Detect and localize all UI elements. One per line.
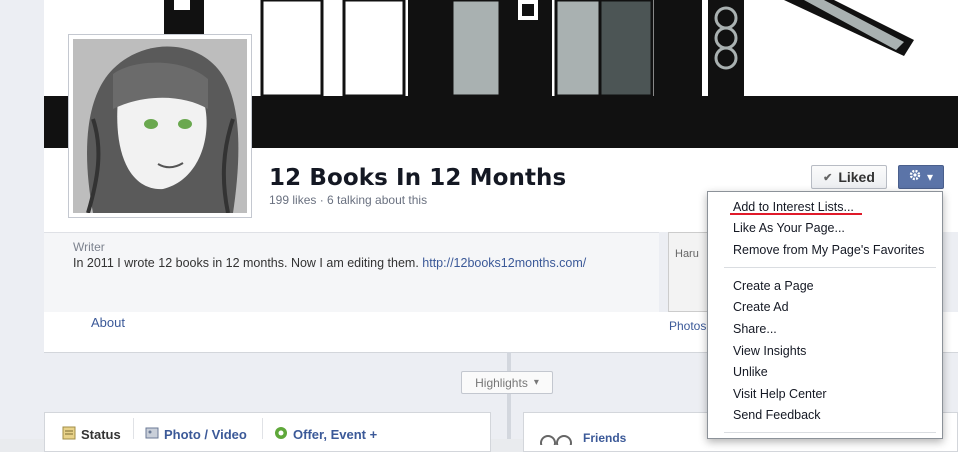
liked-button[interactable]: ✔ Liked [811, 165, 887, 189]
website-link[interactable]: http://12books12months.com/ [422, 256, 586, 270]
photo-icon [145, 426, 159, 443]
offer-icon [274, 426, 288, 443]
page-category: Writer [73, 240, 105, 254]
page-description: In 2011 I wrote 12 books in 12 months. N… [73, 256, 586, 270]
gear-icon [909, 168, 921, 186]
description-text: In 2011 I wrote 12 books in 12 months. N… [73, 256, 419, 270]
photo-thumb-text: Haru [675, 248, 699, 260]
menu-divider [724, 432, 936, 433]
composer-tab-label: Photo / Video [164, 427, 247, 442]
page-stats: 199 likes · 6 talking about this [269, 193, 428, 207]
menu-item-add-to-interest-lists[interactable]: Add to Interest Lists... [733, 200, 854, 214]
composer-tab-offer-event[interactable]: Offer, Event + [274, 426, 377, 443]
status-icon [62, 426, 76, 443]
check-icon: ✔ [823, 171, 833, 184]
composer-divider [133, 418, 134, 439]
menu-item-like-as-your-page[interactable]: Like As Your Page... [733, 221, 845, 235]
page-settings-button[interactable]: ▾ [898, 165, 944, 189]
highlight-underline [730, 213, 862, 215]
profile-picture[interactable] [68, 34, 252, 218]
composer-tab-label: Offer, Event + [293, 427, 378, 442]
menu-item-create-page[interactable]: Create a Page [733, 279, 814, 293]
menu-item-share[interactable]: Share... [733, 322, 777, 336]
menu-item-visit-help-center[interactable]: Visit Help Center [733, 387, 827, 401]
composer-divider [262, 418, 263, 439]
tab-photos[interactable]: Photos [669, 319, 706, 333]
composer-tab-photo-video[interactable]: Photo / Video [145, 426, 247, 443]
menu-divider [724, 267, 936, 268]
menu-item-create-ad[interactable]: Create Ad [733, 300, 789, 314]
highlights-label: Highlights [475, 375, 528, 390]
page-title: 12 Books In 12 Months [269, 165, 567, 191]
avatar [73, 39, 247, 213]
menu-item-unlike[interactable]: Unlike [733, 365, 768, 379]
highlights-dropdown[interactable]: Highlights ▾ [461, 371, 553, 394]
menu-item-view-insights[interactable]: View Insights [733, 344, 806, 358]
menu-item-remove-from-favorites[interactable]: Remove from My Page's Favorites [733, 243, 924, 257]
page-settings-menu: Add to Interest Lists... Like As Your Pa… [707, 191, 943, 439]
composer-tab-label: Status [81, 427, 121, 442]
friends-icon [540, 432, 574, 451]
composer-tab-status[interactable]: Status [62, 426, 121, 443]
tab-about[interactable]: About [91, 315, 125, 330]
about-panel [44, 232, 659, 313]
chevron-down-icon: ▾ [926, 170, 934, 184]
menu-item-send-feedback[interactable]: Send Feedback [733, 408, 821, 422]
friends-label[interactable]: Friends [583, 431, 626, 445]
timeline-divider [507, 352, 511, 439]
chevron-down-icon: ▾ [533, 377, 539, 388]
liked-label: Liked [838, 169, 875, 185]
